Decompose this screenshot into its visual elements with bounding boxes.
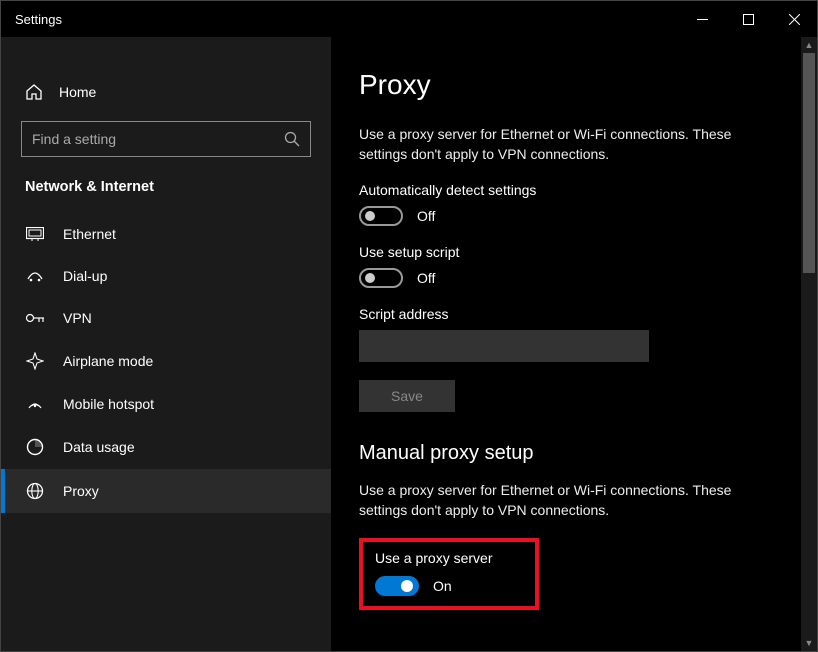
- use-script-state: Off: [417, 270, 435, 286]
- close-button[interactable]: [771, 3, 817, 35]
- sidebar-item-ethernet[interactable]: Ethernet: [1, 213, 331, 255]
- sidebar-item-airplane[interactable]: Airplane mode: [1, 339, 331, 383]
- sidebar-item-vpn[interactable]: VPN: [1, 297, 331, 339]
- maximize-button[interactable]: [725, 3, 771, 35]
- save-button[interactable]: Save: [359, 380, 455, 412]
- scrollbar[interactable]: ▲ ▼: [801, 37, 817, 651]
- use-proxy-label: Use a proxy server: [375, 550, 523, 566]
- scroll-up-button[interactable]: ▲: [801, 37, 817, 53]
- airplane-icon: [25, 352, 45, 370]
- search-input[interactable]: [32, 131, 284, 147]
- use-script-toggle[interactable]: [359, 268, 403, 288]
- sidebar-item-hotspot[interactable]: Mobile hotspot: [1, 383, 331, 425]
- home-icon: [25, 83, 43, 101]
- sidebar-item-label: Proxy: [63, 483, 99, 499]
- use-proxy-state: On: [433, 578, 452, 594]
- proxy-intro-text: Use a proxy server for Ethernet or Wi-Fi…: [359, 125, 779, 164]
- home-link[interactable]: Home: [1, 73, 331, 111]
- auto-detect-state: Off: [417, 208, 435, 224]
- settings-window: Settings Home Network &: [0, 0, 818, 652]
- content: Home Network & Internet Ethernet Dia: [1, 37, 817, 651]
- script-address-input[interactable]: [359, 330, 649, 362]
- sidebar-item-label: Ethernet: [63, 226, 116, 242]
- script-address-label: Script address: [359, 306, 789, 322]
- minimize-button[interactable]: [679, 3, 725, 35]
- sidebar-item-datausage[interactable]: Data usage: [1, 425, 331, 469]
- manual-setup-text: Use a proxy server for Ethernet or Wi-Fi…: [359, 481, 779, 520]
- auto-detect-label: Automatically detect settings: [359, 182, 789, 198]
- page-title: Proxy: [359, 69, 789, 101]
- titlebar: Settings: [1, 1, 817, 37]
- use-proxy-toggle[interactable]: [375, 576, 419, 596]
- hotspot-icon: [25, 396, 45, 412]
- section-label: Network & Internet: [1, 173, 331, 213]
- scroll-thumb[interactable]: [803, 53, 815, 273]
- vpn-icon: [25, 311, 45, 325]
- use-script-label: Use setup script: [359, 244, 789, 260]
- sidebar-item-proxy[interactable]: Proxy: [1, 469, 331, 513]
- sidebar-item-dialup[interactable]: Dial-up: [1, 255, 331, 297]
- dialup-icon: [25, 269, 45, 283]
- auto-detect-toggle[interactable]: [359, 206, 403, 226]
- main-panel: Proxy Use a proxy server for Ethernet or…: [331, 37, 817, 651]
- search-box[interactable]: [21, 121, 311, 157]
- sidebar-item-label: Data usage: [63, 439, 135, 455]
- sidebar-item-label: Mobile hotspot: [63, 396, 154, 412]
- proxy-icon: [25, 482, 45, 500]
- scroll-down-button[interactable]: ▼: [801, 635, 817, 651]
- manual-setup-heading: Manual proxy setup: [359, 442, 789, 465]
- window-title: Settings: [15, 12, 679, 27]
- sidebar-item-label: Dial-up: [63, 268, 107, 284]
- datausage-icon: [25, 438, 45, 456]
- search-icon: [284, 131, 300, 147]
- sidebar-item-label: Airplane mode: [63, 353, 153, 369]
- highlight-box: Use a proxy server On: [359, 538, 539, 610]
- ethernet-icon: [25, 227, 45, 241]
- sidebar: Home Network & Internet Ethernet Dia: [1, 37, 331, 651]
- home-label: Home: [59, 84, 96, 100]
- sidebar-item-label: VPN: [63, 310, 92, 326]
